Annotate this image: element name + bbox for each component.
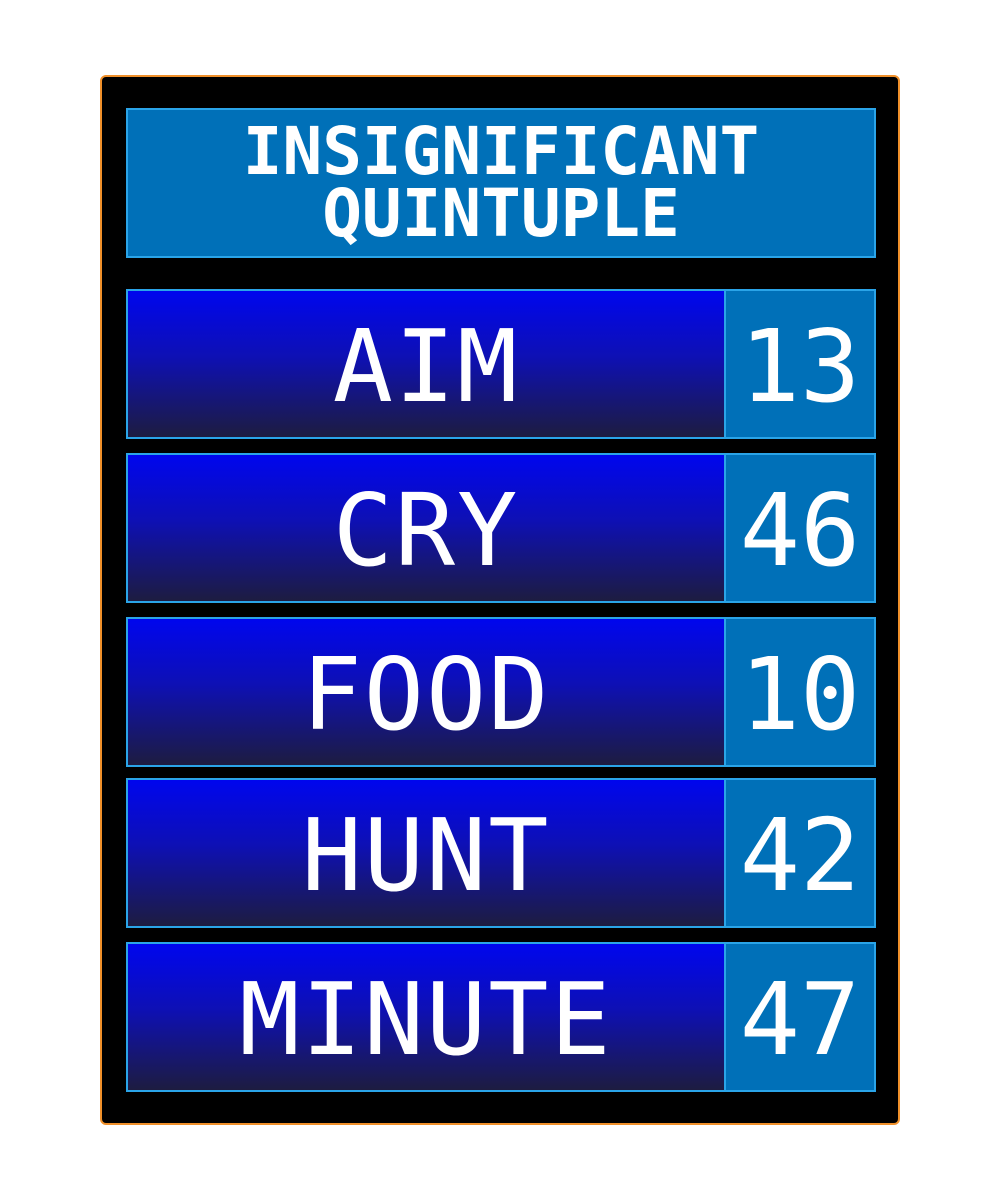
answer-text: CRY (332, 472, 520, 589)
answer-text: FOOD (301, 636, 551, 753)
question-title-panel: INSIGNIFICANT QUINTUPLE (126, 108, 876, 258)
score-tile: 13 (724, 289, 876, 439)
answer-row-5[interactable]: MINUTE 47 (126, 942, 876, 1092)
question-title: INSIGNIFICANT QUINTUPLE (242, 113, 760, 252)
score-tile: 46 (724, 453, 876, 603)
score-value: 46 (739, 472, 861, 589)
survey-board: INSIGNIFICANT QUINTUPLE AIM 13 CRY 46 FO… (100, 75, 900, 1125)
score-tile: 47 (724, 942, 876, 1092)
answer-tile[interactable]: AIM (126, 289, 726, 439)
score-value: 42 (739, 797, 861, 914)
answer-row-2[interactable]: CRY 46 (126, 453, 876, 603)
answer-text: MINUTE (239, 961, 613, 1078)
score-tile: 10 (724, 617, 876, 767)
score-value: 10 (739, 636, 861, 753)
score-tile: 42 (724, 778, 876, 928)
answer-row-1[interactable]: AIM 13 (126, 289, 876, 439)
answer-tile[interactable]: CRY (126, 453, 726, 603)
score-value: 13 (739, 308, 861, 425)
answer-text: AIM (332, 308, 520, 425)
answer-tile[interactable]: MINUTE (126, 942, 726, 1092)
answer-row-3[interactable]: FOOD 10 (126, 617, 876, 767)
answer-text: HUNT (301, 797, 551, 914)
answer-row-4[interactable]: HUNT 42 (126, 778, 876, 928)
score-value: 47 (739, 961, 861, 1078)
answer-tile[interactable]: FOOD (126, 617, 726, 767)
answer-tile[interactable]: HUNT (126, 778, 726, 928)
